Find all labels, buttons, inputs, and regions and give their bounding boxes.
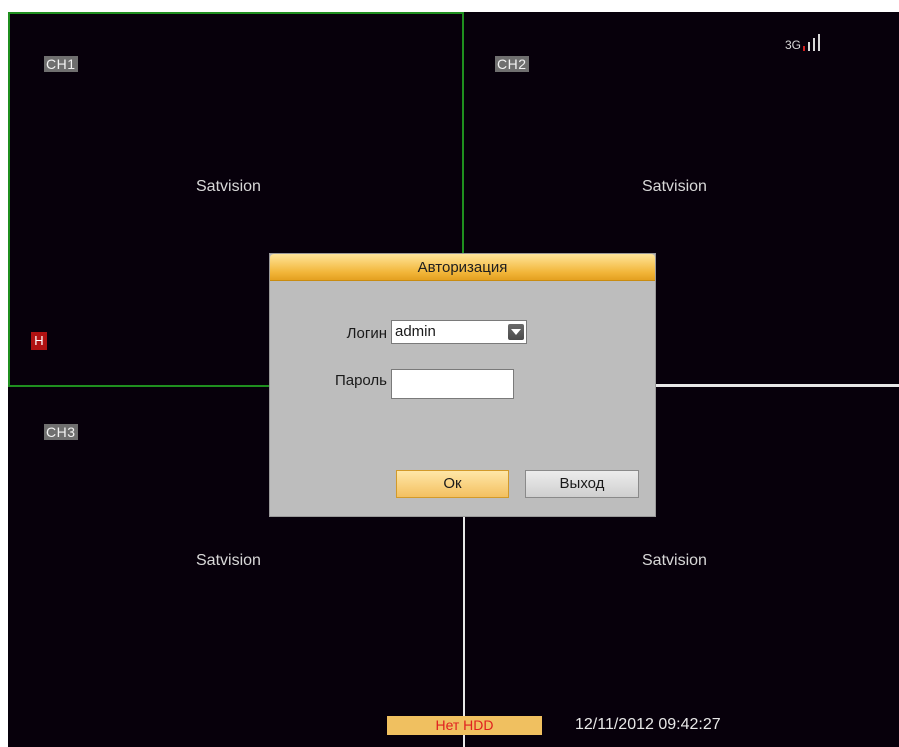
network-type-label: 3G bbox=[785, 38, 802, 52]
channel-label-1: CH1 bbox=[44, 56, 78, 72]
login-select[interactable]: admin bbox=[391, 320, 527, 344]
signal-bar-1 bbox=[803, 46, 806, 51]
watermark-2: Satvision bbox=[642, 178, 707, 195]
login-label: Логин bbox=[346, 325, 387, 342]
channel-label-2: CH2 bbox=[495, 56, 529, 72]
dialog-title: Авторизация bbox=[270, 254, 655, 281]
dvr-screen: CH1 CH2 CH3 Satvision Satvision Satvisio… bbox=[0, 0, 899, 747]
watermark-4: Satvision bbox=[642, 552, 707, 569]
signal-strength-icon: 3G bbox=[785, 33, 823, 51]
signal-bar-3 bbox=[813, 38, 816, 51]
login-dialog: Авторизация Логин admin Пароль Ок Выход bbox=[269, 253, 656, 517]
exit-button[interactable]: Выход bbox=[525, 470, 639, 498]
signal-bar-4 bbox=[818, 34, 821, 51]
ok-button[interactable]: Ок bbox=[396, 470, 509, 498]
channel-label-3: CH3 bbox=[44, 424, 78, 440]
chevron-down-icon[interactable] bbox=[508, 324, 524, 340]
no-hdd-status: Нет HDD bbox=[387, 716, 542, 735]
hdd-alarm-badge: H bbox=[31, 332, 47, 350]
watermark-1: Satvision bbox=[196, 178, 261, 195]
signal-bar-2 bbox=[808, 42, 811, 51]
datetime-display: 12/11/2012 09:42:27 bbox=[575, 716, 721, 733]
watermark-3: Satvision bbox=[196, 552, 261, 569]
password-input[interactable] bbox=[391, 369, 514, 399]
password-label: Пароль bbox=[334, 372, 387, 389]
login-select-value: admin bbox=[395, 323, 436, 340]
